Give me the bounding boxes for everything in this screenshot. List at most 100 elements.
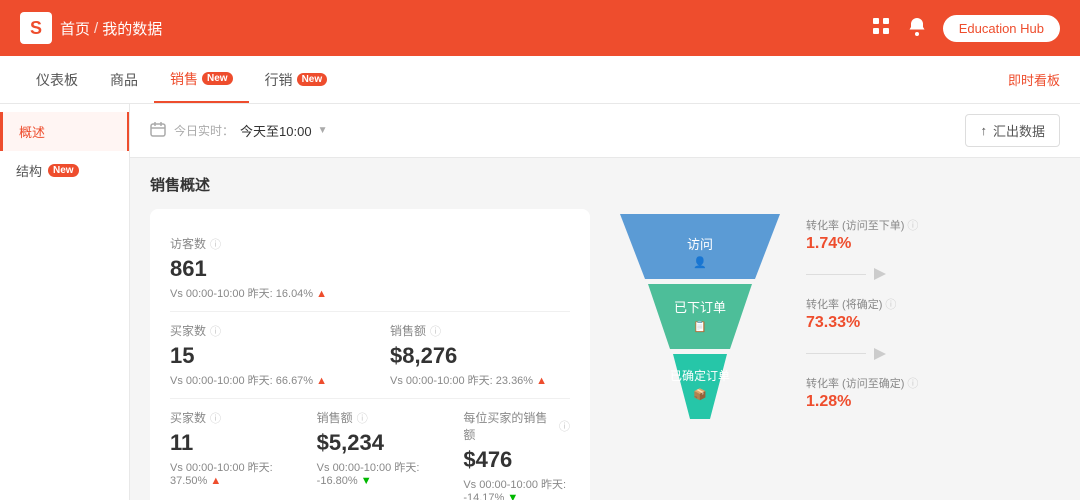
metric-row-3: 买家数 ⓘ 11 Vs 00:00-10:00 昨天: 37.50% ▲: [170, 399, 570, 500]
info-icon-sales2[interactable]: ⓘ: [357, 410, 368, 426]
metric-value-per-buyer: $476: [463, 447, 570, 473]
metric-compare-sales-2: Vs 00:00-10:00 昨天: -16.80% ▼: [317, 459, 424, 487]
conversion-label-1: 转化率 (访问至下单) ⓘ: [806, 217, 918, 233]
metric-row-2: 买家数 ⓘ 15 Vs 00:00-10:00 昨天: 66.67% ▲: [170, 312, 570, 399]
overview-content: 访客数 ⓘ 861 Vs 00:00-10:00 昨天: 16.04% ▲: [150, 209, 1060, 500]
info-icon-buyers1[interactable]: ⓘ: [210, 323, 221, 339]
sidebar-label-structure: 结构: [16, 161, 42, 180]
funnel-icon-ordered: 📋: [693, 320, 707, 333]
conversion-separator-1: [806, 268, 918, 280]
funnel-area: 访问 👤 已下订单 📋 已确定订单 📦: [590, 209, 1060, 419]
metric-value-buyers-1: 15: [170, 343, 350, 369]
funnel-icon-visit: 👤: [693, 256, 707, 269]
live-view-link[interactable]: 即时看板: [1008, 70, 1060, 89]
trend-down-icon-1: ▼: [361, 475, 372, 487]
grid-icon[interactable]: [871, 16, 891, 41]
metric-compare-visitors: Vs 00:00-10:00 昨天: 16.04% ▲: [170, 285, 570, 301]
nav-badge-marketing: New: [297, 73, 328, 86]
metric-buyers-1: 买家数 ⓘ 15 Vs 00:00-10:00 昨天: 66.67% ▲: [170, 322, 350, 388]
metrics-panel: 访客数 ⓘ 861 Vs 00:00-10:00 昨天: 16.04% ▲: [150, 209, 590, 500]
info-icon-conv2[interactable]: ⓘ: [885, 296, 896, 312]
date-selector[interactable]: 今日实时： 今天至10:00 ▼: [174, 121, 327, 140]
conversion-value-2: 73.33%: [806, 314, 918, 332]
trend-up-icon: ▲: [316, 288, 327, 300]
conversion-item-1: 转化率 (访问至下单) ⓘ 1.74%: [806, 217, 918, 253]
trend-down-icon-2: ▼: [507, 492, 518, 500]
sidebar-label-overview: 概述: [19, 122, 45, 141]
info-icon-buyers2[interactable]: ⓘ: [210, 410, 221, 426]
metric-value-sales-2: $5,234: [317, 430, 424, 456]
date-label: 今日实时：: [174, 122, 234, 139]
trend-up-icon-4: ▲: [210, 475, 221, 487]
metric-compare-buyers-1: Vs 00:00-10:00 昨天: 66.67% ▲: [170, 372, 350, 388]
header-left: S 首页 / 我的数据: [20, 12, 162, 44]
metric-label-buyers-2: 买家数 ⓘ: [170, 409, 277, 426]
sidebar-badge-structure: New: [48, 164, 79, 177]
nav-badge-sales: New: [202, 72, 233, 85]
metric-label-sales-2: 销售额 ⓘ: [317, 409, 424, 426]
info-icon-visitors[interactable]: ⓘ: [210, 236, 221, 252]
navbar: 仪表板 商品 销售 New 行销 New 即时看板: [0, 56, 1080, 104]
nav-label-products: 商品: [110, 70, 138, 90]
export-button[interactable]: ↑ 汇出数据: [965, 114, 1060, 147]
funnel-container: 访问 👤 已下订单 📋 已确定订单 📦: [610, 214, 790, 414]
metric-label-buyers-1: 买家数 ⓘ: [170, 322, 350, 339]
funnel-label-visit: 访问: [687, 237, 713, 252]
funnel-svg: 访问 👤 已下订单 📋 已确定订单 📦: [610, 214, 790, 424]
nav-item-marketing[interactable]: 行销 New: [249, 56, 344, 103]
main-container: 概述 结构 New 今日实时： 今天至10:00: [0, 104, 1080, 500]
sidebar-item-structure[interactable]: 结构 New: [0, 151, 129, 190]
metric-sales-1: 销售额 ⓘ $8,276 Vs 00:00-10:00 昨天: 23.36% ▲: [390, 322, 570, 388]
metric-label-sales-1: 销售额 ⓘ: [390, 322, 570, 339]
education-hub-button[interactable]: Education Hub: [943, 15, 1060, 42]
info-icon-per-buyer[interactable]: ⓘ: [559, 418, 570, 434]
metric-label-visitors: 访客数 ⓘ: [170, 235, 570, 252]
nav-label-sales: 销售: [170, 69, 198, 89]
nav-item-sales[interactable]: 销售 New: [154, 56, 249, 103]
conversion-value-3: 1.28%: [806, 393, 918, 411]
section-title: 销售概述: [150, 174, 1060, 195]
conversion-item-3: 转化率 (访问至确定) ⓘ 1.28%: [806, 375, 918, 411]
metric-per-buyer: 每位买家的销售额 ⓘ $476 Vs 00:00-10:00 昨天: -14.1…: [463, 409, 570, 500]
filter-bar: 今日实时： 今天至10:00 ▼ ↑ 汇出数据: [130, 104, 1080, 158]
trend-up-icon-2: ▲: [316, 375, 327, 387]
conversion-rates: 转化率 (访问至下单) ⓘ 1.74%: [790, 209, 918, 419]
conversion-value-1: 1.74%: [806, 235, 918, 253]
conversion-arrow-2: [874, 348, 886, 360]
breadcrumb-home[interactable]: 首页: [60, 18, 90, 39]
metric-buyers-2: 买家数 ⓘ 11 Vs 00:00-10:00 昨天: 37.50% ▲: [170, 409, 277, 500]
nav-label-marketing: 行销: [265, 70, 293, 90]
info-icon-conv1[interactable]: ⓘ: [907, 217, 918, 233]
metric-label-per-buyer: 每位买家的销售额 ⓘ: [463, 409, 570, 443]
dropdown-arrow-icon: ▼: [318, 125, 328, 136]
info-icon-conv3[interactable]: ⓘ: [907, 375, 918, 391]
metric-value-sales-1: $8,276: [390, 343, 570, 369]
metric-value-buyers-2: 11: [170, 430, 277, 456]
export-label: 汇出数据: [993, 121, 1045, 140]
metric-compare-per-buyer: Vs 00:00-10:00 昨天: -14.17% ▼: [463, 476, 570, 500]
conversion-label-2: 转化率 (将确定) ⓘ: [806, 296, 918, 312]
conversion-label-3: 转化率 (访问至确定) ⓘ: [806, 375, 918, 391]
nav-label-dashboard: 仪表板: [36, 70, 78, 90]
funnel-level-ordered: [648, 284, 752, 349]
metric-visitors: 访客数 ⓘ 861 Vs 00:00-10:00 昨天: 16.04% ▲: [170, 235, 570, 301]
filter-left: 今日实时： 今天至10:00 ▼: [150, 121, 327, 140]
header-right: Education Hub: [871, 15, 1060, 42]
nav-item-dashboard[interactable]: 仪表板: [20, 56, 94, 103]
funnel-level-confirmed: [673, 354, 727, 419]
metric-compare-buyers-2: Vs 00:00-10:00 昨天: 37.50% ▲: [170, 459, 277, 487]
metric-row-1: 访客数 ⓘ 861 Vs 00:00-10:00 昨天: 16.04% ▲: [170, 225, 570, 312]
metric-sales-2: 销售额 ⓘ $5,234 Vs 00:00-10:00 昨天: -16.80% …: [317, 409, 424, 500]
trend-up-icon-3: ▲: [536, 375, 547, 387]
funnel-label-confirmed: 已确定订单: [670, 368, 730, 383]
breadcrumb: 首页 / 我的数据: [60, 18, 162, 39]
metric-compare-sales-1: Vs 00:00-10:00 昨天: 23.36% ▲: [390, 372, 570, 388]
sidebar-item-overview[interactable]: 概述: [0, 112, 129, 151]
header: S 首页 / 我的数据 Education Hub: [0, 0, 1080, 56]
bell-icon[interactable]: [907, 16, 927, 41]
info-icon-sales1[interactable]: ⓘ: [430, 323, 441, 339]
date-value: 今天至10:00: [240, 121, 312, 140]
conversion-separator-2: [806, 348, 918, 360]
breadcrumb-current: 我的数据: [102, 18, 162, 39]
nav-item-products[interactable]: 商品: [94, 56, 154, 103]
